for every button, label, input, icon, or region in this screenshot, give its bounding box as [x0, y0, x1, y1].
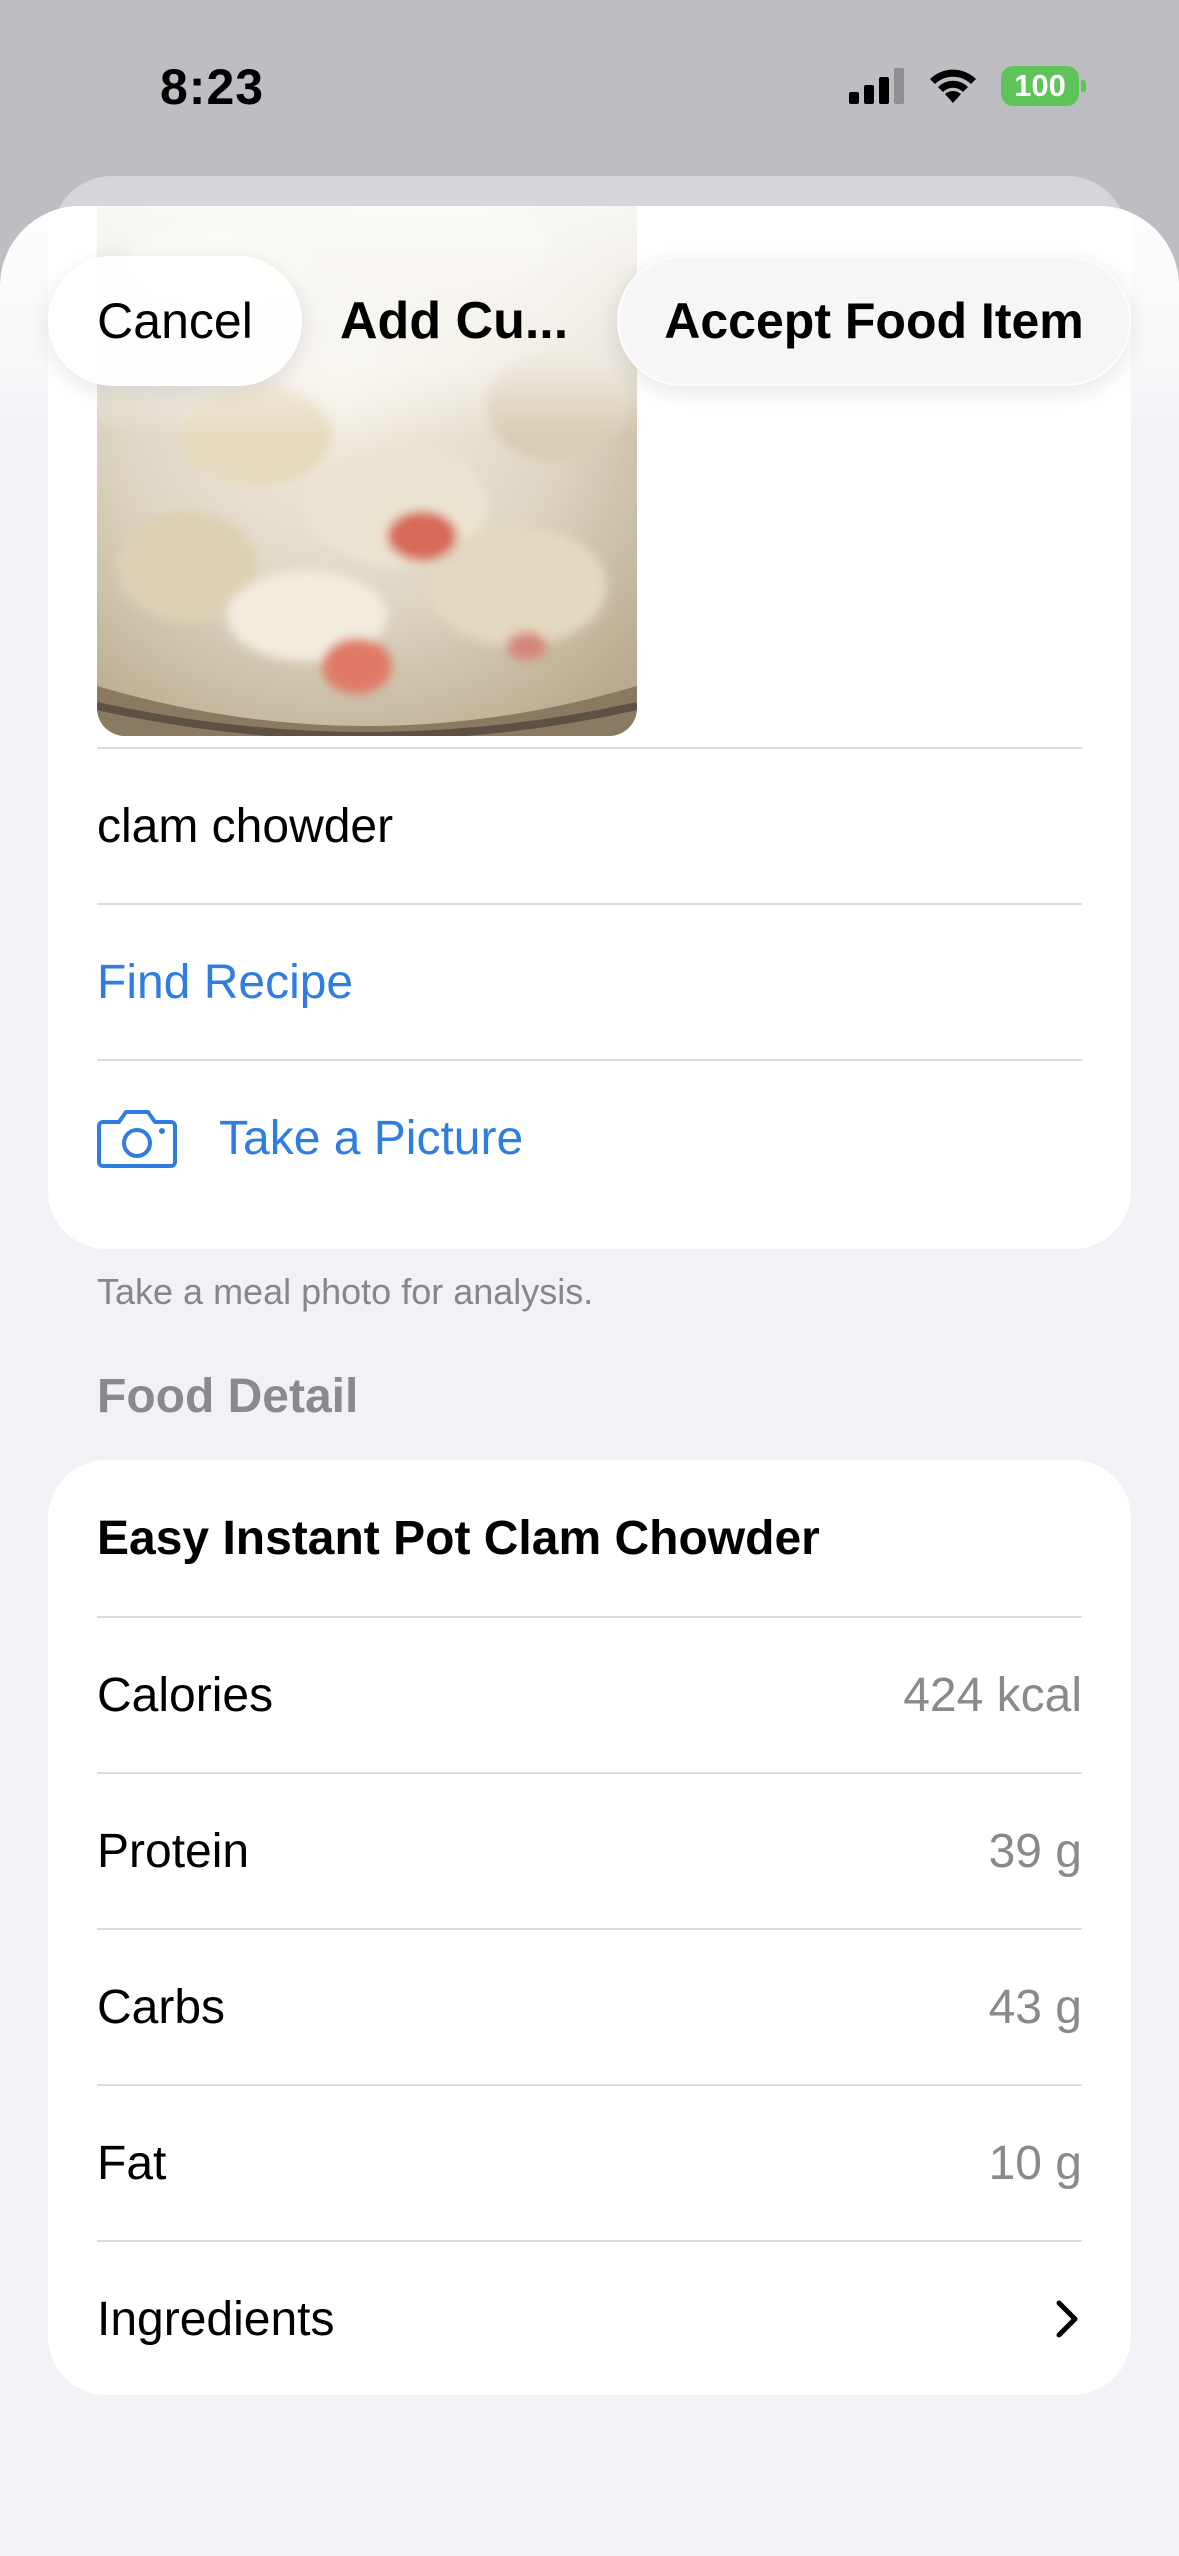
find-recipe-link[interactable]: Find Recipe — [97, 955, 353, 1010]
protein-row: Protein 39 g — [97, 1772, 1082, 1928]
fat-label: Fat — [97, 2136, 167, 2190]
ingredients-label[interactable]: Ingredients — [97, 2292, 335, 2347]
food-detail-card: Easy Instant Pot Clam Chowder Calories 4… — [48, 1460, 1131, 2395]
status-icons: 100 — [849, 66, 1086, 106]
calories-row: Calories 424 kcal — [97, 1616, 1082, 1772]
protein-label: Protein — [97, 1824, 250, 1878]
food-name-text[interactable]: clam chowder — [97, 799, 393, 854]
cellular-signal-icon — [849, 68, 904, 104]
calories-label: Calories — [97, 1668, 274, 1722]
ingredients-row[interactable]: Ingredients — [97, 2240, 1082, 2396]
photo-footnote: Take a meal photo for analysis. — [97, 1271, 594, 1312]
fat-value: 10 g — [988, 2136, 1082, 2190]
wifi-icon — [930, 69, 976, 103]
carbs-label: Carbs — [97, 1980, 226, 2034]
accept-food-item-button[interactable]: Accept Food Item — [617, 256, 1131, 386]
camera-icon — [97, 1110, 177, 1168]
food-name-row[interactable]: clam chowder — [97, 747, 1082, 903]
cancel-button[interactable]: Cancel — [48, 256, 302, 386]
take-picture-label[interactable]: Take a Picture — [219, 1111, 523, 1166]
status-bar: 8:23 100 — [0, 0, 1179, 175]
protein-value: 39 g — [988, 1824, 1082, 1878]
battery-icon: 100 — [1001, 66, 1086, 106]
fat-row: Fat 10 g — [97, 2084, 1082, 2240]
food-detail-header: Food Detail — [97, 1370, 359, 1423]
take-picture-row[interactable]: Take a Picture — [97, 1059, 1082, 1215]
chevron-right-icon — [1056, 2300, 1078, 2338]
sheet-title: Add Cu... — [340, 292, 569, 350]
carbs-row: Carbs 43 g — [97, 1928, 1082, 2084]
recipe-title: Easy Instant Pot Clam Chowder — [97, 1511, 820, 1565]
add-food-sheet: clam chowder Find Recipe Take a Picture … — [0, 206, 1179, 2556]
carbs-value: 43 g — [988, 1980, 1082, 2034]
find-recipe-row[interactable]: Find Recipe — [97, 903, 1082, 1059]
calories-value: 424 kcal — [903, 1668, 1082, 1722]
status-time: 8:23 — [160, 59, 265, 115]
